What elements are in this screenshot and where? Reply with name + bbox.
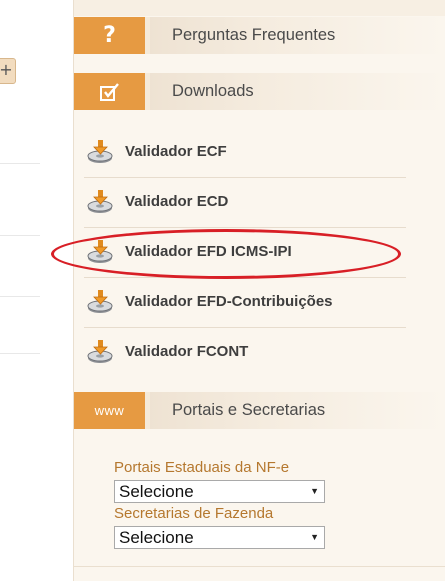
faq-title[interactable]: Perguntas Frequentes: [172, 17, 335, 54]
downloads-title: Downloads: [172, 82, 254, 100]
download-item-label[interactable]: Validador EFD ICMS-IPI: [125, 227, 292, 277]
portais-nfe-label: Portais Estaduais da NF-e: [114, 459, 290, 476]
download-item[interactable]: Validador FCONT: [74, 327, 409, 377]
download-item[interactable]: Validador EFD-Contribuições: [74, 277, 409, 327]
secretarias-select-value: Selecione: [119, 528, 194, 547]
divider: [0, 296, 40, 297]
dropdown-arrow-icon: ▼: [310, 486, 319, 496]
download-item-label[interactable]: Validador EFD-Contribuições: [125, 277, 333, 327]
divider: [0, 353, 40, 354]
left-page-area: +: [0, 0, 73, 581]
download-disk-icon: [87, 239, 115, 265]
divider: [0, 235, 40, 236]
portais-nfe-select-value: Selecione: [119, 482, 194, 501]
download-item[interactable]: Validador EFD ICMS-IPI: [74, 227, 409, 277]
download-item[interactable]: Validador ECD: [74, 177, 409, 227]
download-item-label[interactable]: Validador ECF: [125, 127, 227, 177]
dropdown-arrow-icon: ▼: [310, 532, 319, 542]
secretarias-select[interactable]: Selecione ▼: [114, 526, 325, 549]
download-disk-icon: [87, 339, 115, 365]
portals-section-header[interactable]: www Portais e Secretarias: [74, 392, 445, 429]
downloads-section-header[interactable]: Downloads: [74, 73, 445, 110]
download-item[interactable]: Validador ECF: [74, 127, 409, 177]
portais-nfe-select[interactable]: Selecione ▼: [114, 480, 325, 503]
secretarias-label: Secretarias de Fazenda: [114, 505, 274, 522]
download-disk-icon: [87, 289, 115, 315]
download-item-label[interactable]: Validador ECD: [125, 177, 228, 227]
expand-plus-button[interactable]: +: [0, 58, 16, 84]
download-item-label[interactable]: Validador FCONT: [125, 327, 248, 377]
checkbox-icon: [74, 73, 145, 110]
question-mark-icon: ?: [74, 17, 145, 54]
divider: [0, 163, 40, 164]
www-icon: www: [74, 392, 145, 429]
portals-title: Portais e Secretarias: [172, 401, 326, 419]
download-disk-icon: [87, 189, 115, 215]
panel-top-strip: [74, 0, 445, 16]
download-disk-icon: [87, 139, 115, 165]
faq-section-header[interactable]: ? Perguntas Frequentes: [74, 17, 445, 54]
panel-bottom-border: [74, 566, 445, 567]
sidebar-panel: ? Perguntas Frequentes Downloads Validad…: [73, 0, 445, 581]
